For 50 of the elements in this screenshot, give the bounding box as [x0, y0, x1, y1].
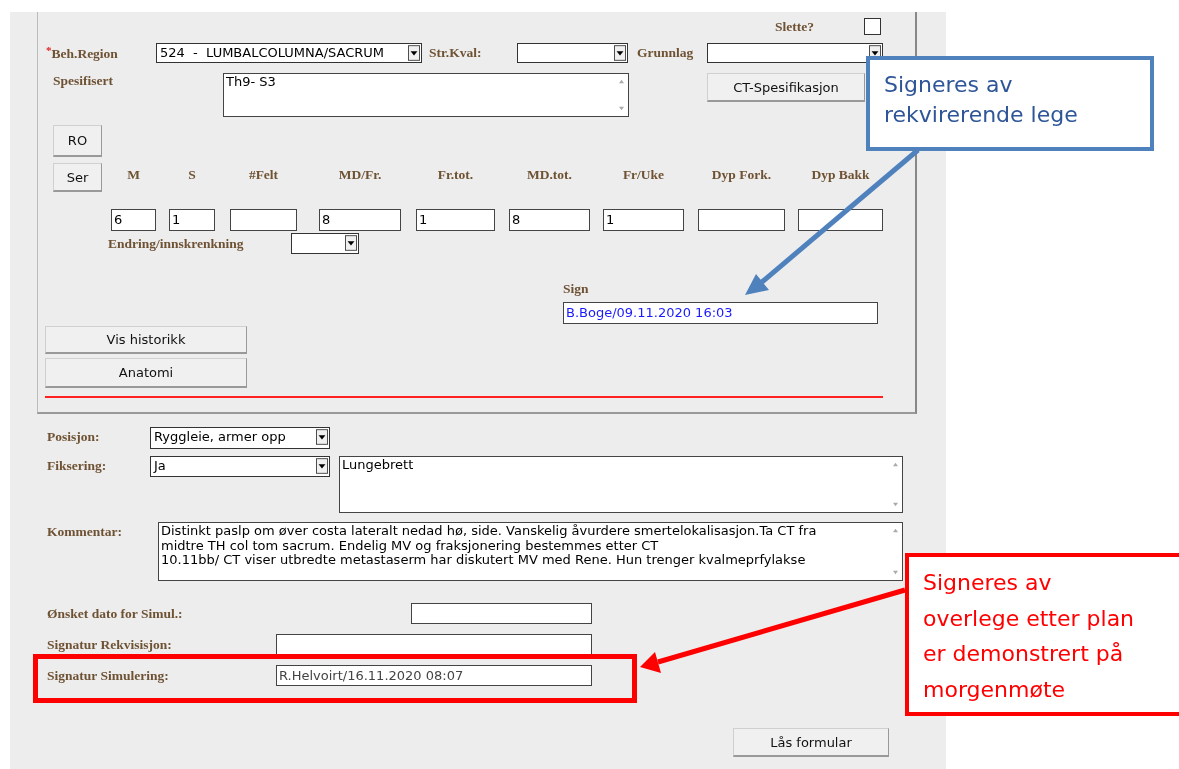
signature-input[interactable] — [276, 634, 592, 655]
column-header: Dyp Bakk — [811, 166, 870, 184]
kommentar-label: Kommentar: — [47, 523, 123, 541]
spesifisert-label: Spesifisert — [53, 73, 114, 89]
column-header: S — [188, 166, 196, 184]
str-kval-dropdown[interactable] — [517, 42, 628, 63]
grunnlag-label: Grunnlag — [637, 44, 695, 61]
signature-input[interactable]: R.Helvoirt/16.11.2020 08:07 — [276, 665, 592, 686]
region-dropdown[interactable]: 524 - LUMBALCOLUMNA/SACRUM — [156, 42, 422, 63]
grunnlag-dropdown[interactable] — [707, 42, 883, 63]
column-header: Dyp Fork. — [711, 166, 772, 184]
column-header: MD/Fr. — [338, 166, 382, 184]
history-button[interactable]: Vis historikk — [45, 326, 247, 354]
signature-input[interactable] — [411, 603, 592, 624]
dose-input[interactable]: 1 — [416, 209, 495, 231]
sign-input[interactable]: B.Boge/09.11.2020 16:03 — [563, 302, 878, 324]
dose-input[interactable]: 8 — [509, 209, 590, 231]
callout-box: Signeres av rekvirerende lege — [866, 56, 1154, 151]
callout-box: Signeres av overlege etter plan er demonstrert på morgenmøte — [905, 553, 1179, 716]
region-label: $^{*}$Beh.Region — [46, 43, 119, 62]
anatomy-button[interactable]: Anatomi — [45, 358, 247, 388]
column-header: MD.tot. — [527, 166, 572, 184]
dose-input[interactable] — [698, 209, 785, 231]
dose-input[interactable] — [230, 209, 297, 231]
column-header: #Felt — [248, 166, 279, 184]
delete-checkbox[interactable] — [864, 18, 881, 35]
dose-input[interactable]: 8 — [319, 209, 401, 231]
column-header: M — [127, 166, 140, 184]
signature-label: Ønsket dato for Simul.: — [47, 605, 184, 622]
dose-input[interactable]: 1 — [603, 209, 684, 231]
fiksering-dropdown[interactable]: Ja — [150, 456, 330, 477]
sign-label: Sign — [563, 281, 590, 297]
lock-form-button[interactable]: Lås formular — [733, 728, 889, 757]
ro-button[interactable]: RO — [53, 125, 102, 157]
endring-dropdown[interactable] — [291, 233, 359, 254]
column-header: Fr.tot. — [437, 166, 474, 184]
delete-label: Slette? — [775, 18, 814, 35]
posisjon-dropdown[interactable]: Ryggleie, armer opp — [150, 427, 330, 449]
signature-label: Signatur Simulering: — [47, 667, 170, 684]
column-header: Fr/Uke — [622, 166, 665, 184]
dose-input[interactable] — [798, 209, 883, 231]
signature-label: Signatur Rekvisisjon: — [47, 636, 173, 653]
ser-button[interactable]: Ser — [53, 163, 102, 192]
fiksering-label: Fiksering: — [47, 457, 108, 475]
dose-input[interactable]: 6 — [111, 209, 156, 231]
ct-spesifikasjon-button[interactable]: CT-Spesifikasjon — [707, 73, 865, 102]
posisjon-label: Posisjon: — [47, 428, 101, 446]
dose-input[interactable]: 1 — [169, 209, 215, 231]
endring-label: Endring/innskrenkning — [108, 235, 245, 252]
str-kval-label: Str.Kval: — [429, 44, 483, 61]
